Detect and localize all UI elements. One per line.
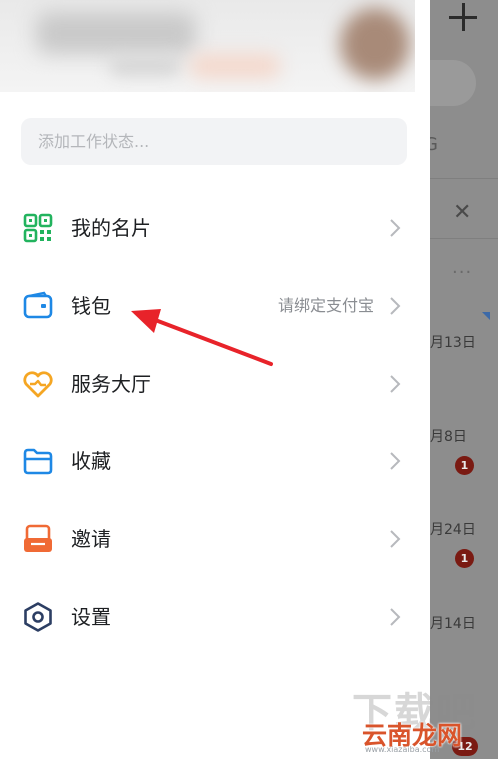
qr-code-icon (23, 213, 53, 243)
menu-item-label: 服务大厅 (71, 372, 151, 396)
chevron-right-icon (390, 530, 401, 548)
menu-item-label: 钱包 (71, 294, 111, 318)
menu-item-label: 设置 (71, 605, 111, 629)
background-date: 月13日 (430, 335, 476, 351)
menu-item-label: 邀请 (71, 527, 111, 551)
profile-header[interactable] (0, 0, 415, 92)
chevron-right-icon (390, 608, 401, 626)
divider (430, 178, 498, 179)
menu-item-label: 收藏 (71, 449, 111, 473)
heart-service-icon (23, 371, 53, 398)
chevron-right-icon (390, 219, 401, 237)
blurred-name (36, 12, 196, 54)
folder-icon (23, 448, 53, 475)
menu-item-business-card[interactable]: 我的名片 (0, 198, 430, 258)
menu-item-invite[interactable]: 邀请 (0, 509, 430, 569)
unread-badge: 1 (455, 549, 474, 568)
background-date: 月8日 (430, 429, 467, 445)
more-icon: ··· (452, 262, 473, 283)
close-icon: ✕ (453, 200, 472, 225)
menu-item-settings[interactable]: 设置 (0, 587, 430, 647)
side-drawer: 添加工作状态... 我的名片 钱包 请绑定支付宝 服务大厅 收藏 邀请 设置 (0, 0, 430, 759)
chevron-right-icon (390, 375, 401, 393)
background-date: 月14日 (430, 616, 476, 632)
watermark-url: www.xiazaiba.com (365, 745, 440, 754)
menu-item-label: 我的名片 (71, 216, 151, 240)
blurred-info (190, 54, 280, 78)
avatar[interactable] (340, 8, 410, 80)
background-date: 月24日 (430, 522, 476, 538)
wallet-icon (23, 291, 53, 319)
invite-icon (24, 524, 52, 552)
gear-icon (24, 602, 52, 632)
chevron-right-icon (390, 297, 401, 315)
unread-badge: 1 (455, 456, 474, 475)
corner-marker-icon (482, 312, 490, 320)
blurred-info (110, 56, 180, 76)
divider (430, 238, 498, 239)
add-icon[interactable] (446, 0, 480, 34)
menu-item-favorites[interactable]: 收藏 (0, 431, 430, 491)
bind-alipay-hint: 请绑定支付宝 (277, 296, 374, 315)
work-status-input[interactable]: 添加工作状态... (21, 118, 407, 165)
menu-item-wallet[interactable]: 钱包 请绑定支付宝 (0, 276, 430, 336)
menu-item-service-hall[interactable]: 服务大厅 (0, 354, 430, 414)
chevron-right-icon (390, 452, 401, 470)
